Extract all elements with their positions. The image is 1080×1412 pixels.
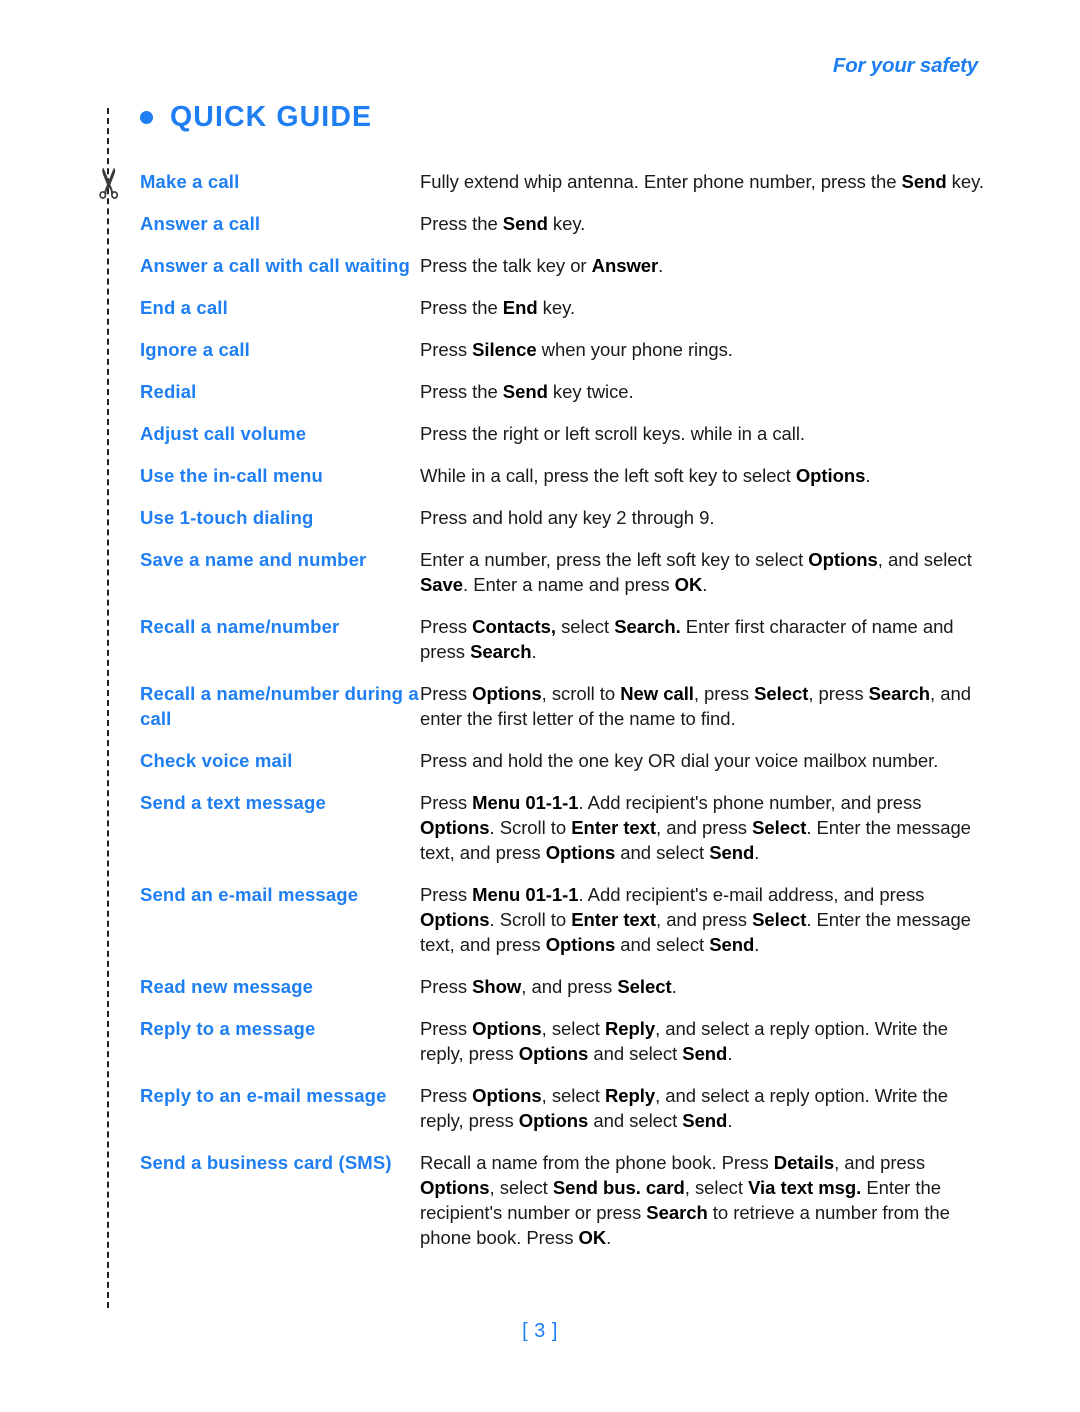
guide-action-label: Recall a name/number during a call [140, 683, 419, 729]
guide-action-label: Recall a name/number [140, 616, 340, 637]
table-row: Read new message Press Show, and press Se… [140, 974, 990, 999]
guide-action-description: Press Show, and press Select. [420, 976, 677, 997]
guide-action-description: Enter a number, press the left soft key … [420, 549, 972, 595]
guide-action-description: Press Menu 01-1-1. Add recipient's phone… [420, 792, 971, 863]
guide-action-description: While in a call, press the left soft key… [420, 465, 871, 486]
bullet-dot-icon [140, 111, 153, 124]
cut-line [107, 108, 109, 1308]
guide-action-description: Fully extend whip antenna. Enter phone n… [420, 171, 985, 192]
table-row: Send a business card (SMS) Recall a name … [140, 1150, 990, 1250]
scissors-icon: ✂ [86, 165, 133, 201]
guide-action-description: Press the Send key. [420, 213, 586, 234]
table-row: Answer a call Press the Send key. [140, 211, 990, 236]
guide-action-label: Send a business card (SMS) [140, 1152, 392, 1173]
guide-action-label: Send an e-mail message [140, 884, 359, 905]
guide-action-label: Read new message [140, 976, 314, 997]
guide-action-label: Adjust call volume [140, 423, 307, 444]
guide-action-label: Ignore a call [140, 339, 250, 360]
table-row: End a call Press the End key. [140, 295, 990, 320]
table-row: Make a call Fully extend whip antenna. En… [140, 169, 990, 194]
table-row: Check voice mail Press and hold the one k… [140, 748, 990, 773]
guide-action-label: Check voice mail [140, 750, 293, 771]
guide-action-label: Answer a call with call waiting [140, 255, 410, 276]
table-row: Send an e-mail message Press Menu 01-1-1.… [140, 882, 990, 957]
guide-action-description: Press Options, select Reply, and select … [420, 1085, 949, 1131]
guide-action-description: Press Contacts, select Search. Enter fir… [420, 616, 954, 662]
guide-action-label: Use 1-touch dialing [140, 507, 314, 528]
guide-action-label: Redial [140, 381, 197, 402]
table-row: Redial Press the Send key twice. [140, 379, 990, 404]
guide-action-label: End a call [140, 297, 228, 318]
guide-action-description: Press Options, select Reply, and select … [420, 1018, 949, 1064]
table-row: Reply to an e-mail message Press Options,… [140, 1083, 990, 1133]
guide-action-description: Press the Send key twice. [420, 381, 634, 402]
guide-action-label: Use the in-call menu [140, 465, 323, 486]
guide-action-label: Reply to a message [140, 1018, 316, 1039]
table-row: Reply to a message Press Options, select … [140, 1016, 990, 1066]
guide-action-description: Press the talk key or Answer. [420, 255, 664, 276]
page-title: QUICK GUIDE [140, 101, 372, 134]
table-row: Use 1-touch dialing Press and hold any ke… [140, 505, 990, 530]
guide-action-description: Press Silence when your phone rings. [420, 339, 733, 360]
running-header: For your safety [832, 54, 978, 77]
table-row: Recall a name/number during a call Press … [140, 681, 990, 731]
page-number: [ 3 ] [522, 1320, 558, 1342]
guide-action-description: Press and hold any key 2 through 9. [420, 507, 715, 528]
table-row: Recall a name/number Press Contacts, sele… [140, 614, 990, 664]
table-row: Ignore a call Press Silence when your pho… [140, 337, 990, 362]
guide-action-label: Save a name and number [140, 549, 367, 570]
guide-action-description: Press Options, scroll to New call, press… [420, 683, 971, 729]
page-title-label: QUICK GUIDE [170, 101, 373, 133]
table-row: Use the in-call menu While in a call, pre… [140, 463, 990, 488]
guide-action-description: Press the right or left scroll keys. whi… [420, 423, 805, 444]
table-row: Send a text message Press Menu 01-1-1. Ad… [140, 790, 990, 865]
guide-action-description: Press the End key. [420, 297, 576, 318]
table-row: Adjust call volume Press the right or lef… [140, 421, 990, 446]
guide-action-label: Send a text message [140, 792, 326, 813]
guide-action-description: Press and hold the one key OR dial your … [420, 750, 939, 771]
table-row: Answer a call with call waiting Press the… [140, 253, 990, 278]
guide-action-description: Recall a name from the phone book. Press… [420, 1152, 950, 1248]
guide-action-description: Press Menu 01-1-1. Add recipient's e-mai… [420, 884, 971, 955]
quick-guide-table: Make a call Fully extend whip antenna. En… [140, 169, 990, 1267]
guide-action-label: Make a call [140, 171, 240, 192]
guide-action-label: Reply to an e-mail message [140, 1085, 387, 1106]
table-row: Save a name and number Enter a number, pr… [140, 547, 990, 597]
guide-action-label: Answer a call [140, 213, 261, 234]
